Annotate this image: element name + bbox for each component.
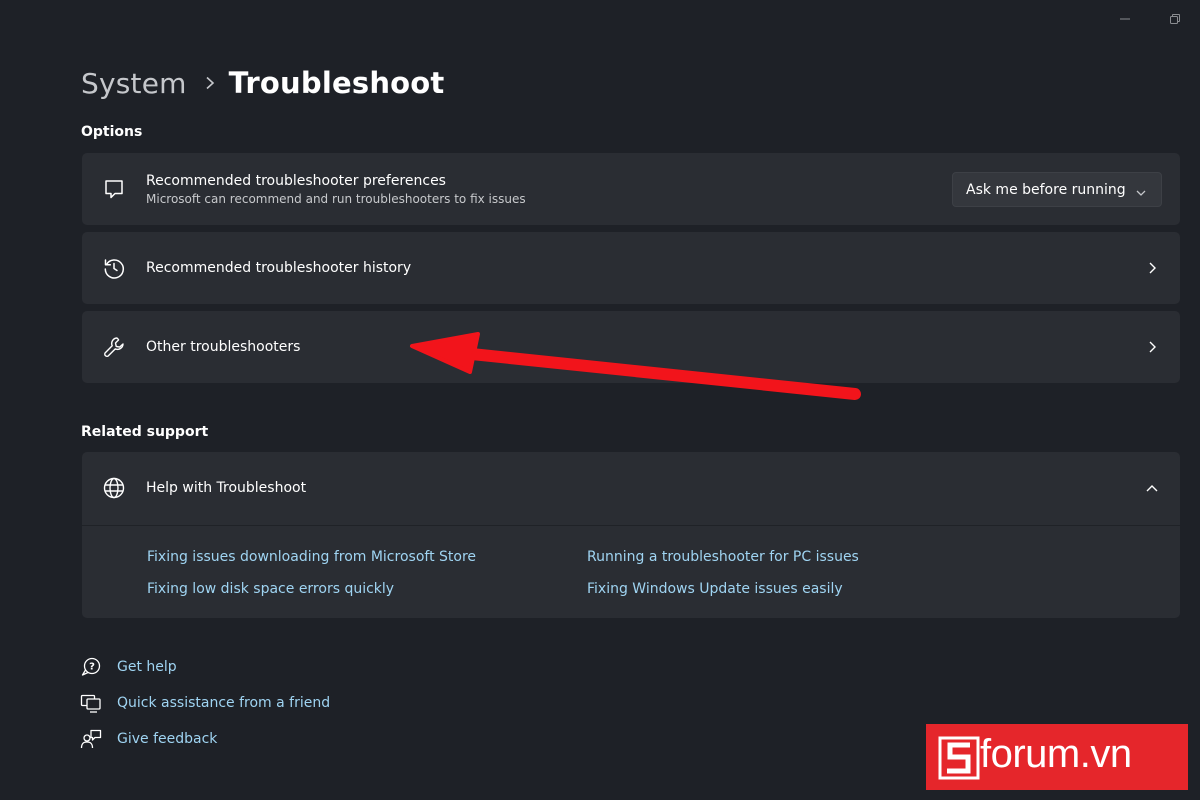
restore-icon xyxy=(1170,14,1180,24)
watermark-text: forum.vn xyxy=(980,732,1132,776)
quick-assist-label: Quick assistance from a friend xyxy=(117,695,331,711)
remote-assist-icon xyxy=(80,692,102,714)
help-expander-header[interactable]: Help with Troubleshoot xyxy=(82,452,1180,525)
sforum-watermark: forum.vn xyxy=(926,724,1188,790)
preference-dropdown[interactable]: Ask me before running xyxy=(952,172,1162,207)
troubleshooter-history-card[interactable]: Recommended troubleshooter history xyxy=(82,232,1180,304)
help-title-wrap: Help with Troubleshoot xyxy=(146,480,306,496)
wrench-icon xyxy=(102,335,126,359)
restore-button[interactable] xyxy=(1150,6,1200,32)
recommended-preferences-title: Recommended troubleshooter preferences xyxy=(146,172,446,189)
help-link-pc-issues[interactable]: Running a troubleshooter for PC issues xyxy=(587,549,859,565)
get-help-label: Get help xyxy=(117,659,177,675)
options-section-title: Options xyxy=(81,124,143,140)
breadcrumb-system[interactable]: System xyxy=(81,67,187,100)
globe-icon xyxy=(102,476,126,500)
recommended-preferences-subtitle: Microsoft can recommend and run troubles… xyxy=(146,191,526,206)
svg-text:?: ? xyxy=(89,662,95,673)
chevron-right-icon xyxy=(1144,260,1160,276)
get-help-link[interactable]: ? Get help xyxy=(80,655,177,679)
dropdown-value: Ask me before running xyxy=(966,181,1126,198)
annotation-arrow xyxy=(410,332,861,400)
feedback-icon xyxy=(80,728,102,750)
chevron-down-icon xyxy=(1135,184,1147,203)
help-chat-icon: ? xyxy=(80,656,102,678)
breadcrumb: System Troubleshoot xyxy=(81,62,444,104)
related-support-title: Related support xyxy=(81,424,209,440)
help-link-disk-space[interactable]: Fixing low disk space errors quickly xyxy=(147,581,394,597)
help-with-troubleshoot-card: Help with Troubleshoot Fixing issues dow… xyxy=(82,452,1180,618)
minimize-icon xyxy=(1120,18,1130,20)
chevron-up-icon[interactable] xyxy=(1144,480,1160,496)
window-controls xyxy=(1100,6,1200,32)
chevron-right-icon xyxy=(205,76,215,90)
help-link-windows-update[interactable]: Fixing Windows Update issues easily xyxy=(587,581,843,597)
other-troubleshooters-text: Other troubleshooters xyxy=(146,339,300,355)
sforum-logo-icon xyxy=(938,736,980,780)
other-troubleshooters-card[interactable]: Other troubleshooters xyxy=(82,311,1180,383)
other-troubleshooters-title: Other troubleshooters xyxy=(146,339,301,355)
recommended-preferences-text: Recommended troubleshooter preferences M… xyxy=(146,173,526,206)
help-link-store[interactable]: Fixing issues downloading from Microsoft… xyxy=(147,549,476,565)
quick-assist-link[interactable]: Quick assistance from a friend xyxy=(80,691,330,715)
give-feedback-link[interactable]: Give feedback xyxy=(80,727,217,751)
recommended-preferences-card: Recommended troubleshooter preferences M… xyxy=(82,153,1180,225)
history-icon xyxy=(102,256,126,280)
help-title: Help with Troubleshoot xyxy=(146,480,307,496)
give-feedback-label: Give feedback xyxy=(117,731,218,747)
history-text: Recommended troubleshooter history xyxy=(146,260,411,276)
page-title: Troubleshoot xyxy=(228,66,445,100)
help-divider xyxy=(82,525,1180,526)
chevron-right-icon xyxy=(1144,339,1160,355)
minimize-button[interactable] xyxy=(1100,6,1150,32)
history-title: Recommended troubleshooter history xyxy=(146,260,412,276)
chat-bubble-icon xyxy=(102,177,126,201)
